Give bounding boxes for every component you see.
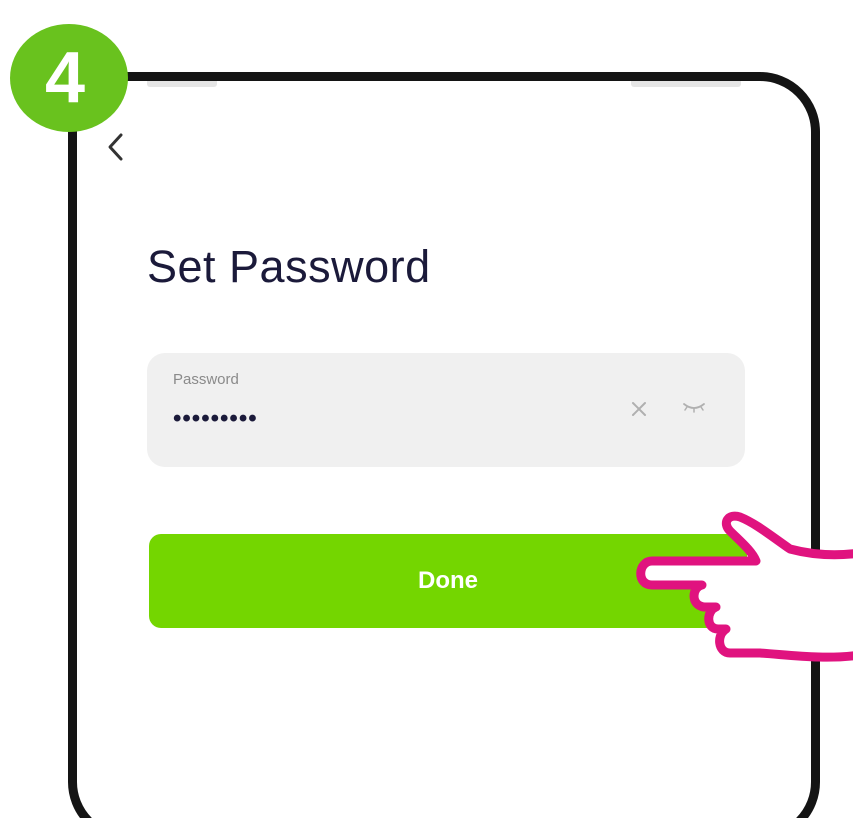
- back-button[interactable]: [99, 127, 135, 167]
- chevron-left-icon: [108, 133, 123, 161]
- status-bar-right: [631, 81, 741, 87]
- phone-frame: Set Password Password ••••••••• Done: [68, 72, 820, 818]
- eye-closed-icon[interactable]: [681, 397, 707, 417]
- status-bar: [127, 81, 771, 91]
- instruction-illustration: Set Password Password ••••••••• Done 4: [0, 0, 853, 818]
- status-bar-left: [147, 81, 217, 87]
- password-field[interactable]: Password •••••••••: [147, 353, 745, 467]
- password-field-label: Password: [173, 371, 239, 388]
- step-number-badge: 4: [10, 24, 128, 132]
- password-field-value[interactable]: •••••••••: [173, 405, 258, 433]
- close-icon[interactable]: [627, 397, 651, 421]
- hand-pointer-icon: [636, 511, 853, 662]
- page-title: Set Password: [147, 241, 431, 292]
